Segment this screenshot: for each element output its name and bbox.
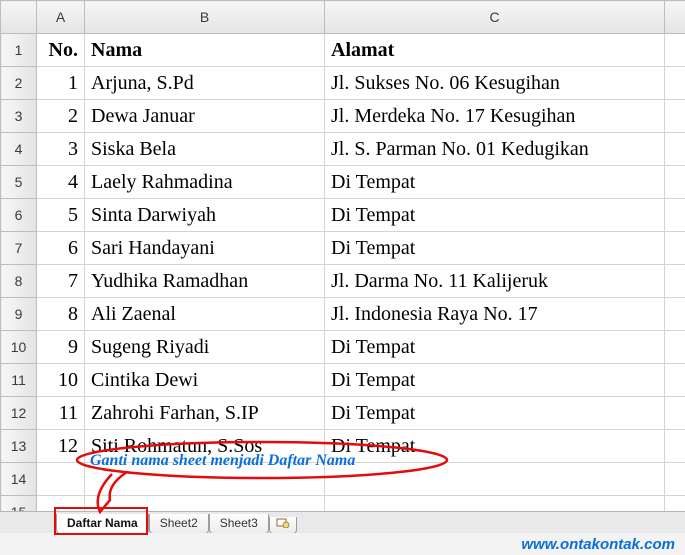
cell[interactable]: Laely Rahmadina [85,166,325,199]
col-header-A[interactable]: A [37,1,85,34]
cell[interactable]: Cintika Dewi [85,364,325,397]
cell[interactable] [665,67,685,100]
cell[interactable] [37,463,85,496]
sheet-tab[interactable]: Sheet3 [209,514,269,534]
cell[interactable] [325,463,665,496]
cell[interactable] [665,397,685,430]
cell[interactable]: Di Tempat [325,232,665,265]
select-all-corner[interactable] [1,1,37,34]
cell[interactable]: 7 [37,265,85,298]
watermark-text: www.ontakontak.com [521,536,675,553]
col-header-C[interactable]: C [325,1,665,34]
cell[interactable]: Siska Bela [85,133,325,166]
row-header[interactable]: 6 [1,199,37,232]
cell[interactable] [665,199,685,232]
cell[interactable]: 9 [37,331,85,364]
row-header[interactable]: 5 [1,166,37,199]
cell[interactable]: 6 [37,232,85,265]
cell[interactable]: Sugeng Riyadi [85,331,325,364]
cell[interactable]: Di Tempat [325,331,665,364]
row-header[interactable]: 10 [1,331,37,364]
row-header[interactable]: 8 [1,265,37,298]
cell[interactable]: Di Tempat [325,199,665,232]
cell[interactable]: 3 [37,133,85,166]
new-sheet-icon [276,518,290,528]
new-sheet-tab[interactable] [269,517,297,534]
cell[interactable]: Ali Zaenal [85,298,325,331]
cell[interactable] [665,364,685,397]
sheet-tab-bar: Daftar Nama Sheet2 Sheet3 [0,511,685,533]
cell[interactable] [665,133,685,166]
cell[interactable]: 12 [37,430,85,463]
cell[interactable]: 8 [37,298,85,331]
cell[interactable]: Dewa Januar [85,100,325,133]
annotation-text: Ganti nama sheet menjadi Daftar Nama [90,452,355,470]
cell[interactable]: Jl. Sukses No. 06 Kesugihan [325,67,665,100]
row-header[interactable]: 12 [1,397,37,430]
spreadsheet-grid[interactable]: A B C 1 No. Nama Alamat 21Arjuna, S.PdJl… [0,0,685,529]
cell[interactable] [665,34,685,67]
cell[interactable]: Jl. Merdeka No. 17 Kesugihan [325,100,665,133]
row-header[interactable]: 3 [1,100,37,133]
cell[interactable]: Arjuna, S.Pd [85,67,325,100]
sheet-tab-active[interactable]: Daftar Nama [56,514,149,534]
cell[interactable] [665,265,685,298]
row-header[interactable]: 2 [1,67,37,100]
cell[interactable] [665,166,685,199]
col-header-B[interactable]: B [85,1,325,34]
cell[interactable] [665,430,685,463]
cell[interactable]: 2 [37,100,85,133]
col-header-D[interactable] [665,1,685,34]
cell[interactable]: No. [37,34,85,67]
cell[interactable] [665,463,685,496]
row-header[interactable]: 9 [1,298,37,331]
cell[interactable] [665,298,685,331]
cell[interactable]: 1 [37,67,85,100]
cell[interactable]: Di Tempat [325,166,665,199]
cell[interactable]: Di Tempat [325,430,665,463]
cell[interactable]: 5 [37,199,85,232]
cell[interactable]: Nama [85,34,325,67]
cell[interactable]: Zahrohi Farhan, S.IP [85,397,325,430]
row-header[interactable]: 1 [1,34,37,67]
cell[interactable]: Sari Handayani [85,232,325,265]
sheet-tab[interactable]: Sheet2 [149,514,209,534]
row-header[interactable]: 7 [1,232,37,265]
cell[interactable]: Jl. S. Parman No. 01 Kedugikan [325,133,665,166]
cell[interactable]: Yudhika Ramadhan [85,265,325,298]
cell[interactable]: Di Tempat [325,364,665,397]
row-header[interactable]: 4 [1,133,37,166]
cell[interactable]: Alamat [325,34,665,67]
cell[interactable]: Di Tempat [325,397,665,430]
cell[interactable] [665,331,685,364]
row-header[interactable]: 11 [1,364,37,397]
cell[interactable]: 10 [37,364,85,397]
cell[interactable]: Sinta Darwiyah [85,199,325,232]
cell[interactable] [665,232,685,265]
cell[interactable]: Jl. Indonesia Raya No. 17 [325,298,665,331]
row-header[interactable]: 13 [1,430,37,463]
cell[interactable]: 4 [37,166,85,199]
cell[interactable]: 11 [37,397,85,430]
row-header[interactable]: 14 [1,463,37,496]
cell[interactable]: Jl. Darma No. 11 Kalijeruk [325,265,665,298]
cell[interactable] [665,100,685,133]
